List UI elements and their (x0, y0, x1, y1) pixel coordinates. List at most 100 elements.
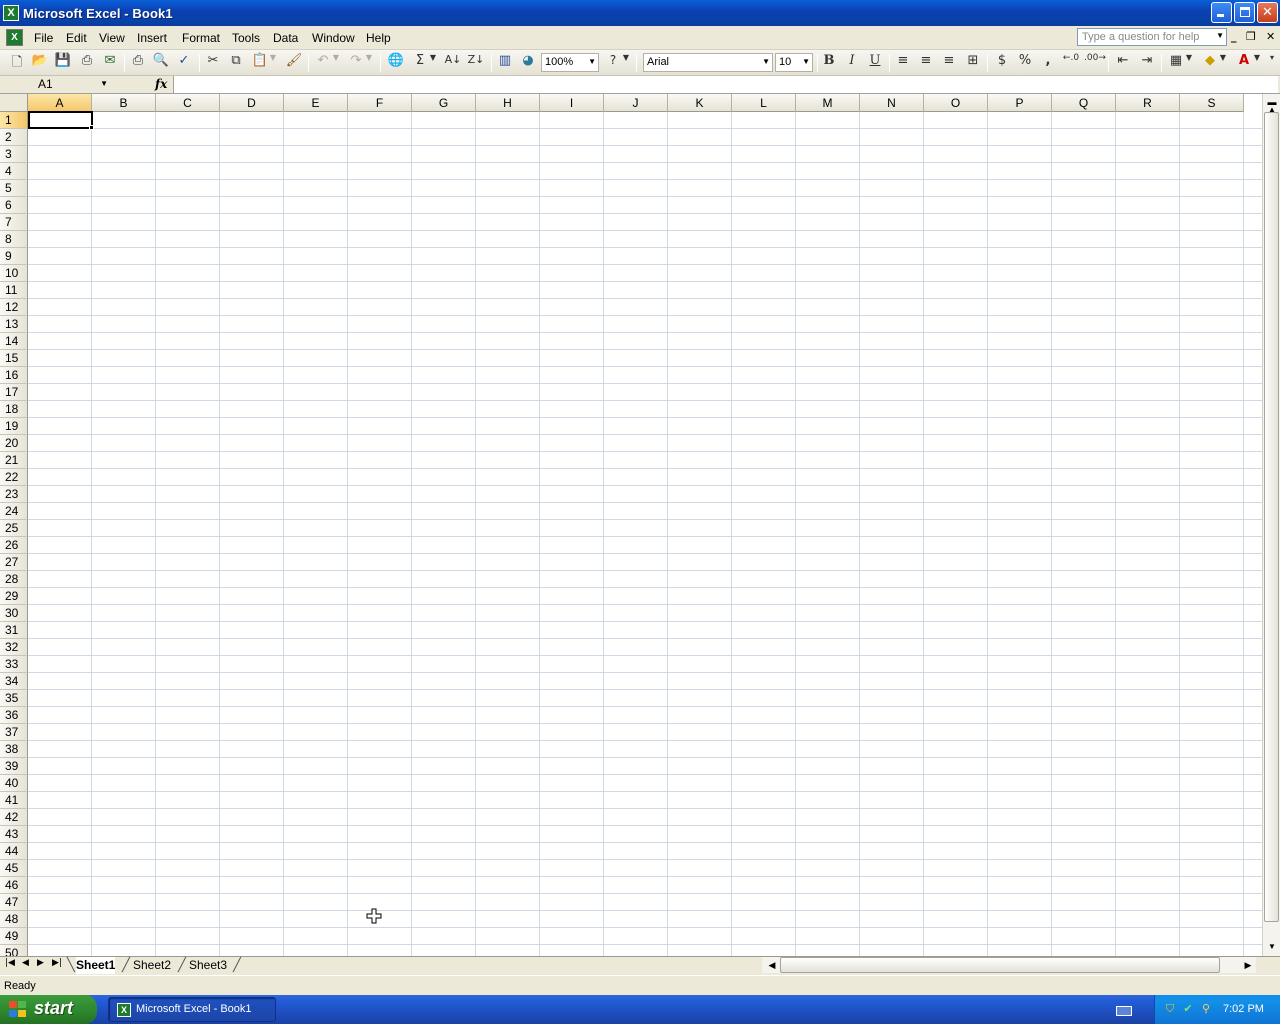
fill-handle[interactable] (89, 125, 94, 130)
print-preview-icon[interactable]: 🔍 (151, 53, 171, 73)
chevron-down-icon[interactable]: ▼ (1216, 31, 1224, 40)
column-header-s[interactable]: S (1180, 94, 1244, 112)
row-header-33[interactable]: 33 (0, 656, 28, 673)
undo-icon[interactable]: ↶ (313, 53, 333, 73)
insert-function-icon[interactable]: fx (155, 77, 167, 91)
row-header-48[interactable]: 48 (0, 911, 28, 928)
network-icon[interactable]: ✔ (1181, 1002, 1195, 1016)
menu-view[interactable]: View (99, 31, 125, 45)
row-header-32[interactable]: 32 (0, 639, 28, 656)
prev-sheet-icon[interactable]: ◀ (22, 958, 29, 968)
print-icon[interactable]: ⎙ (128, 53, 148, 73)
doc-minimize-button[interactable]: _ (1231, 30, 1237, 43)
row-header-21[interactable]: 21 (0, 452, 28, 469)
row-header-25[interactable]: 25 (0, 520, 28, 537)
restore-button[interactable] (1234, 2, 1255, 23)
new-document-icon[interactable]: 🗋 (7, 53, 27, 73)
decrease-decimal-icon[interactable]: .00→ (1084, 53, 1106, 73)
sheet-tab-sheet1[interactable]: Sheet1 (76, 957, 116, 974)
doc-close-button[interactable]: ✕ (1266, 30, 1275, 43)
row-header-9[interactable]: 9 (0, 248, 28, 265)
italic-button[interactable]: I (842, 53, 862, 73)
chevron-down-icon[interactable]: ▼ (1218, 53, 1228, 73)
row-header-50[interactable]: 50 (0, 945, 28, 956)
column-header-h[interactable]: H (476, 94, 540, 112)
increase-decimal-icon[interactable]: ←.0 (1061, 53, 1081, 73)
percent-button[interactable]: % (1015, 53, 1035, 73)
scroll-left-icon[interactable]: ◀ (764, 957, 780, 973)
row-header-5[interactable]: 5 (0, 180, 28, 197)
borders-icon[interactable]: ▦ (1166, 53, 1186, 73)
doc-restore-button[interactable]: ❐ (1246, 30, 1256, 43)
menu-tools[interactable]: Tools (232, 31, 260, 45)
row-header-8[interactable]: 8 (0, 231, 28, 248)
fill-color-icon[interactable]: ◆ (1200, 53, 1220, 73)
column-header-e[interactable]: E (284, 94, 348, 112)
chevron-down-icon[interactable]: ▼ (621, 53, 631, 73)
chevron-down-icon[interactable]: ▼ (428, 53, 438, 73)
vertical-scrollbar[interactable]: ▬ ▲ ▼ (1262, 94, 1280, 956)
column-header-c[interactable]: C (156, 94, 220, 112)
permission-icon[interactable]: ⎙ (77, 53, 97, 73)
row-header-44[interactable]: 44 (0, 843, 28, 860)
row-header-30[interactable]: 30 (0, 605, 28, 622)
font-size-select[interactable]: 10 ▼ (775, 53, 813, 72)
row-header-49[interactable]: 49 (0, 928, 28, 945)
menu-edit[interactable]: Edit (66, 31, 87, 45)
decrease-indent-icon[interactable]: ⇤ (1113, 53, 1133, 73)
sort-descending-icon[interactable]: Z↓ (466, 53, 486, 73)
toolbar-options-icon[interactable]: ▾ (1266, 53, 1278, 73)
help-icon[interactable]: ? (603, 53, 623, 73)
autosum-icon[interactable]: Σ (410, 53, 430, 73)
row-header-3[interactable]: 3 (0, 146, 28, 163)
row-header-17[interactable]: 17 (0, 384, 28, 401)
vertical-scroll-thumb[interactable] (1264, 112, 1279, 922)
title-bar[interactable]: X Microsoft Excel - Book1 ✕ (0, 0, 1280, 26)
row-header-2[interactable]: 2 (0, 129, 28, 146)
row-header-16[interactable]: 16 (0, 367, 28, 384)
cut-icon[interactable]: ✂ (203, 53, 223, 73)
column-header-g[interactable]: G (412, 94, 476, 112)
font-color-icon[interactable]: A (1234, 53, 1254, 73)
column-header-n[interactable]: N (860, 94, 924, 112)
row-header-4[interactable]: 4 (0, 163, 28, 180)
align-left-icon[interactable]: ≡ (893, 53, 913, 73)
chevron-down-icon[interactable]: ▼ (268, 53, 278, 73)
row-header-47[interactable]: 47 (0, 894, 28, 911)
column-header-j[interactable]: J (604, 94, 668, 112)
row-header-22[interactable]: 22 (0, 469, 28, 486)
row-header-45[interactable]: 45 (0, 860, 28, 877)
copy-icon[interactable]: ⧉ (226, 53, 246, 73)
chevron-down-icon[interactable]: ▼ (588, 57, 596, 66)
sheet-tab-sheet2[interactable]: Sheet2 (133, 957, 171, 974)
column-header-b[interactable]: B (92, 94, 156, 112)
row-header-35[interactable]: 35 (0, 690, 28, 707)
hyperlink-icon[interactable]: 🌐 (386, 53, 406, 73)
bold-button[interactable]: B (819, 53, 839, 73)
cell-area[interactable] (28, 112, 1262, 956)
zoom-select[interactable]: 100% ▼ (541, 53, 599, 72)
column-header-p[interactable]: P (988, 94, 1052, 112)
menu-data[interactable]: Data (273, 31, 298, 45)
format-painter-icon[interactable]: 🖌 (284, 53, 304, 73)
workbook-icon[interactable]: X (6, 29, 23, 46)
chevron-down-icon[interactable]: ▼ (364, 53, 374, 73)
chevron-down-icon[interactable]: ▼ (100, 79, 108, 88)
row-header-20[interactable]: 20 (0, 435, 28, 452)
open-folder-icon[interactable]: 📂 (30, 53, 50, 73)
help-search-input[interactable]: Type a question for help ▼ (1077, 28, 1227, 46)
worksheet-grid[interactable]: ABCDEFGHIJKLMNOPQRS 1 2 3 4 5 6 7 8 9 10 11 12 13 14 1… (0, 94, 1262, 956)
menu-window[interactable]: Window (312, 31, 355, 45)
chevron-down-icon[interactable]: ▼ (1252, 53, 1262, 73)
paste-icon[interactable]: 📋 (250, 53, 270, 73)
security-shield-icon[interactable]: ⛉ (1163, 1002, 1177, 1016)
sheet-tab-sheet3[interactable]: Sheet3 (189, 957, 227, 974)
row-header-12[interactable]: 12 (0, 299, 28, 316)
chevron-down-icon[interactable]: ▼ (331, 53, 341, 73)
row-header-40[interactable]: 40 (0, 775, 28, 792)
chart-wizard-icon[interactable]: ▥ (495, 53, 515, 73)
row-header-36[interactable]: 36 (0, 707, 28, 724)
row-header-1[interactable]: 1 (0, 112, 28, 129)
sort-ascending-icon[interactable]: A↓ (443, 53, 463, 73)
search-icon[interactable]: ⚲ (1199, 1002, 1213, 1016)
